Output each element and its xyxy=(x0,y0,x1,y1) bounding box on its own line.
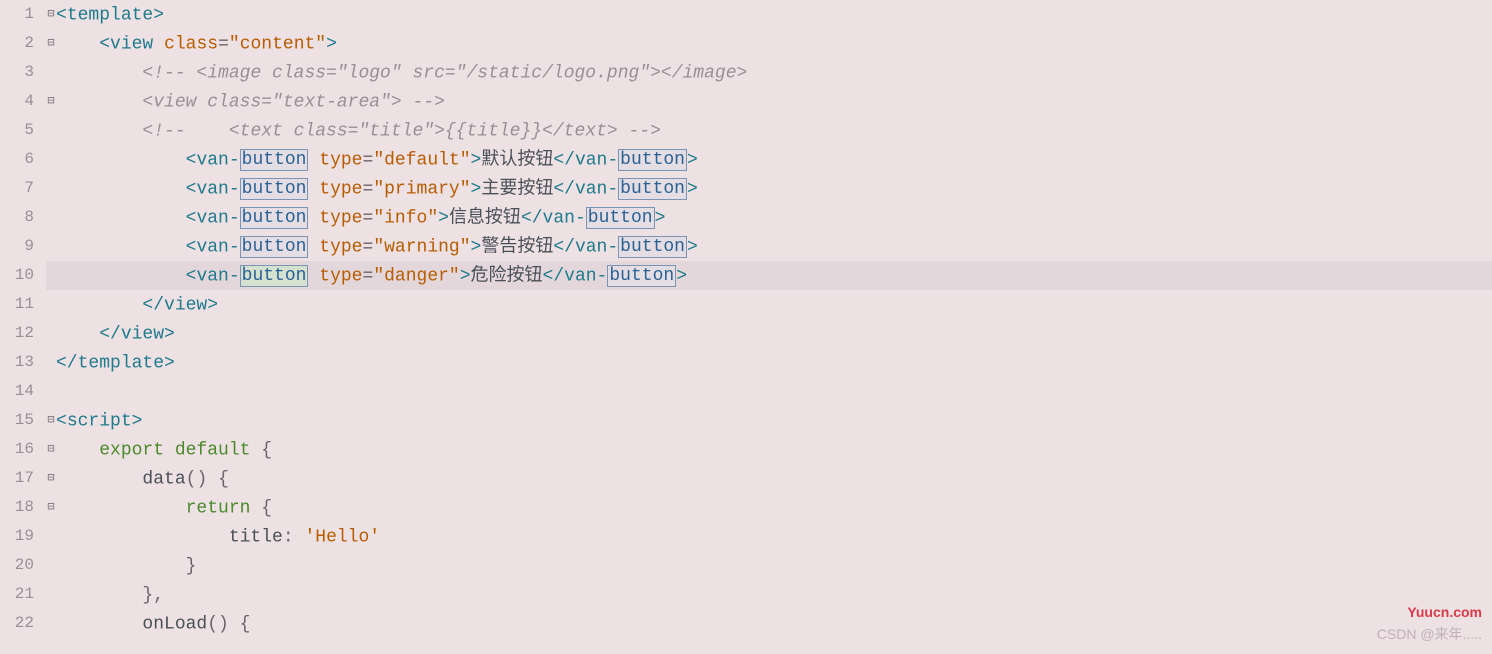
val-info: "info" xyxy=(373,208,438,228)
line-number: 19 xyxy=(0,522,40,551)
fold-marker-icon[interactable]: ⊟ xyxy=(46,0,56,29)
match-button: button xyxy=(240,178,309,200)
fold-marker-icon[interactable]: ⊟ xyxy=(46,87,56,116)
prop-title: title xyxy=(229,527,283,547)
line-number: 4 xyxy=(0,87,40,116)
comment-text: <!-- <image class="logo" src="/static/lo… xyxy=(142,63,747,83)
code-line[interactable]: ⊟ export default { xyxy=(46,435,1492,464)
tag-view: view xyxy=(110,34,153,54)
match-button: button xyxy=(618,149,687,171)
text-danger: 危险按钮 xyxy=(471,266,543,286)
val-danger: "danger" xyxy=(373,266,459,286)
code-line[interactable]: title: 'Hello' xyxy=(46,522,1492,551)
line-number: 21 xyxy=(0,580,40,609)
fold-marker-icon[interactable]: ⊟ xyxy=(46,29,56,58)
code-line[interactable]: <!-- <image class="logo" src="/static/lo… xyxy=(46,58,1492,87)
kw-return: return xyxy=(186,498,251,518)
code-line[interactable]: <van-button type="default">默认按钮</van-but… xyxy=(46,145,1492,174)
text-info: 信息按钮 xyxy=(449,208,521,228)
punct-lt: < xyxy=(186,150,197,170)
tag-van: van- xyxy=(196,150,239,170)
line-number: 13 xyxy=(0,348,40,377)
text-primary: 主要按钮 xyxy=(481,179,553,199)
text-default: 默认按钮 xyxy=(481,150,553,170)
watermark-csdn: CSDN @来年..... xyxy=(1377,624,1482,644)
line-number: 3 xyxy=(0,58,40,87)
match-button: button xyxy=(618,236,687,258)
fn-onload: onLoad xyxy=(142,614,207,634)
line-number: 1 xyxy=(0,0,40,29)
comment-text: <view class="text-area"> --> xyxy=(142,92,444,112)
line-number-gutter: 1 2 3 4 5 6 7 8 9 10 11 12 13 14 15 16 1… xyxy=(0,0,44,654)
line-number: 10 xyxy=(0,261,40,290)
punct-lt: < xyxy=(99,34,110,54)
kw-export: export xyxy=(99,440,164,460)
val-content: "content" xyxy=(229,34,326,54)
line-number: 17 xyxy=(0,464,40,493)
attr-class: class xyxy=(164,34,218,54)
line-number: 8 xyxy=(0,203,40,232)
code-line[interactable]: }, xyxy=(46,580,1492,609)
code-line[interactable]: <van-button type="warning">警告按钮</van-but… xyxy=(46,232,1492,261)
punct-gt: > xyxy=(153,5,164,25)
kw-default: default xyxy=(175,440,251,460)
code-area[interactable]: ⊟<template> ⊟ <view class="content"> <!-… xyxy=(44,0,1492,654)
tag-template: template xyxy=(67,5,153,25)
line-number: 9 xyxy=(0,232,40,261)
match-button-cursor: button xyxy=(240,265,309,287)
line-number: 22 xyxy=(0,609,40,638)
code-line[interactable]: } xyxy=(46,551,1492,580)
code-line[interactable]: ⊟ <view class="content"> xyxy=(46,29,1492,58)
val-primary: "primary" xyxy=(373,179,470,199)
code-line[interactable] xyxy=(46,377,1492,406)
line-number: 11 xyxy=(0,290,40,319)
val-warning: "warning" xyxy=(373,237,470,257)
line-number: 18 xyxy=(0,493,40,522)
line-number: 7 xyxy=(0,174,40,203)
fold-marker-icon[interactable]: ⊟ xyxy=(46,464,56,493)
watermark-yuucn: Yuucn.com xyxy=(1407,604,1482,620)
code-editor[interactable]: 1 2 3 4 5 6 7 8 9 10 11 12 13 14 15 16 1… xyxy=(0,0,1492,654)
punct-gt: > xyxy=(326,34,337,54)
line-number: 6 xyxy=(0,145,40,174)
code-line[interactable]: ⊟ return { xyxy=(46,493,1492,522)
code-line[interactable]: ⊟ data() { xyxy=(46,464,1492,493)
line-number: 20 xyxy=(0,551,40,580)
line-number: 2 xyxy=(0,29,40,58)
val-default: "default" xyxy=(373,150,470,170)
match-button: button xyxy=(618,178,687,200)
code-line[interactable]: ⊟<template> xyxy=(46,0,1492,29)
line-number: 12 xyxy=(0,319,40,348)
text-warning: 警告按钮 xyxy=(481,237,553,257)
line-number: 5 xyxy=(0,116,40,145)
fn-data: data xyxy=(142,469,185,489)
line-number: 16 xyxy=(0,435,40,464)
code-line[interactable]: onLoad() { xyxy=(46,609,1492,638)
tag-script: script xyxy=(67,411,132,431)
match-button: button xyxy=(240,149,309,171)
code-line[interactable]: <van-button type="info">信息按钮</van-button… xyxy=(46,203,1492,232)
match-button: button xyxy=(607,265,676,287)
code-line[interactable]: <!-- <text class="title">{{title}}</text… xyxy=(46,116,1492,145)
line-number: 15 xyxy=(0,406,40,435)
val-hello: 'Hello' xyxy=(304,527,380,547)
code-line[interactable]: <van-button type="primary">主要按钮</van-but… xyxy=(46,174,1492,203)
match-button: button xyxy=(586,207,655,229)
punct-eq: = xyxy=(218,34,229,54)
comment-text: <!-- <text class="title">{{title}}</text… xyxy=(142,121,660,141)
code-line[interactable]: ⊟<script> xyxy=(46,406,1492,435)
code-line[interactable]: </template> xyxy=(46,348,1492,377)
match-button: button xyxy=(240,207,309,229)
line-number: 14 xyxy=(0,377,40,406)
attr-type: type xyxy=(319,150,362,170)
match-button: button xyxy=(240,236,309,258)
punct-lt: < xyxy=(56,5,67,25)
code-line[interactable]: </view> xyxy=(46,319,1492,348)
fold-marker-icon[interactable]: ⊟ xyxy=(46,406,56,435)
code-line-current[interactable]: <van-button type="danger">危险按钮</van-butt… xyxy=(46,261,1492,290)
code-line[interactable]: ⊟ <view class="text-area"> --> xyxy=(46,87,1492,116)
code-line[interactable]: </view> xyxy=(46,290,1492,319)
fold-marker-icon[interactable]: ⊟ xyxy=(46,435,56,464)
fold-marker-icon[interactable]: ⊟ xyxy=(46,493,56,522)
